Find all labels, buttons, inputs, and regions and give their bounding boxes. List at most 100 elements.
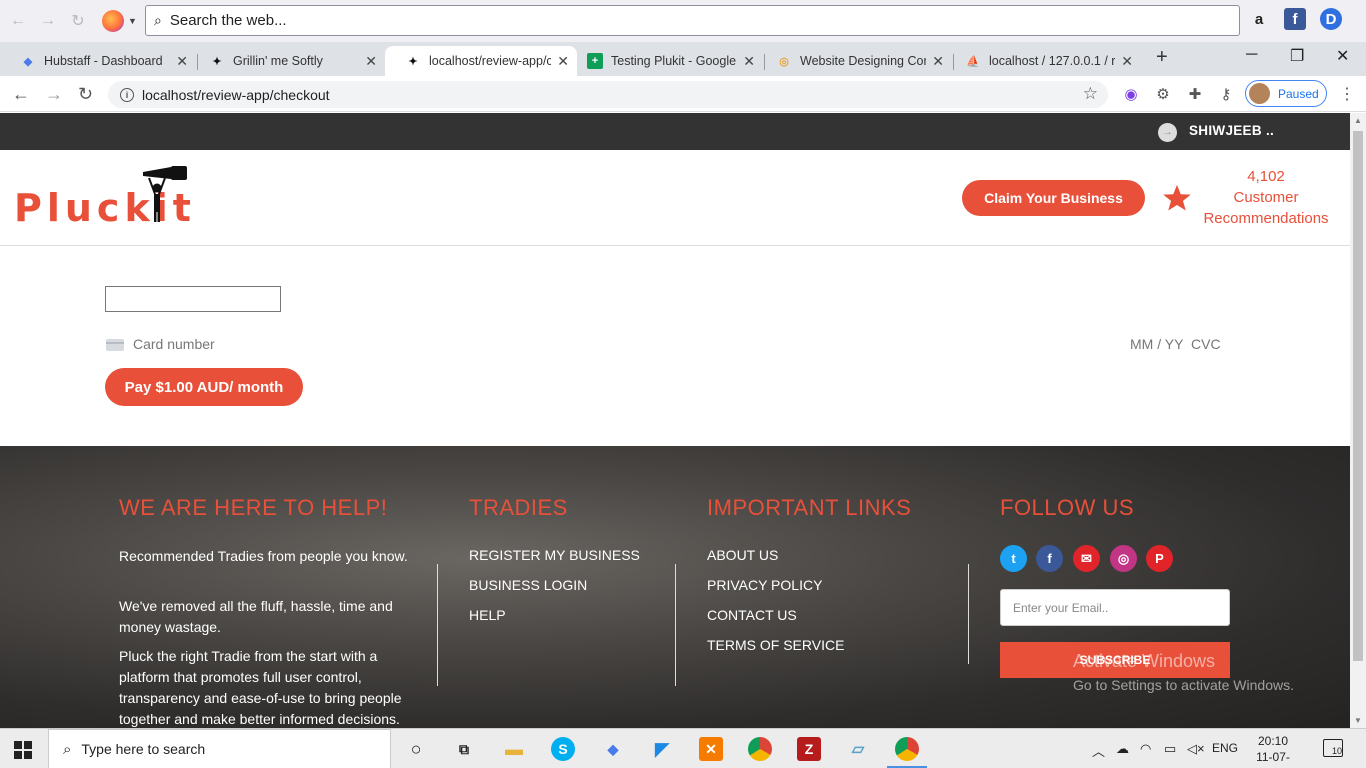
color-extension-icon[interactable]: ◉: [1121, 84, 1141, 104]
reload-icon[interactable]: ↻: [66, 9, 90, 33]
info-icon[interactable]: i: [120, 87, 134, 102]
help-link[interactable]: HELP: [469, 607, 506, 623]
file-explorer-icon[interactable]: ▬: [502, 737, 526, 761]
chevron-down-icon[interactable]: ▼: [128, 16, 137, 26]
profile-paused-button[interactable]: Paused: [1245, 80, 1327, 107]
minimize-icon[interactable]: ─: [1246, 46, 1257, 64]
tab-website-designing[interactable]: ◎ Website Designing Com ✕: [756, 46, 952, 76]
cortana-icon[interactable]: ○: [404, 737, 428, 761]
instagram-icon[interactable]: ◎: [1110, 545, 1137, 572]
profile-d-icon[interactable]: D: [1320, 8, 1342, 30]
web-search-input[interactable]: ⌕ Search the web...: [145, 5, 1240, 36]
footer-divider: [675, 564, 676, 686]
vscode-icon[interactable]: ◤: [650, 737, 674, 761]
filezilla-icon[interactable]: Z: [797, 737, 821, 761]
close-icon[interactable]: ✕: [176, 53, 188, 70]
new-tab-icon[interactable]: +: [1156, 46, 1168, 69]
scroll-up-icon[interactable]: ▲: [1354, 116, 1362, 125]
scroll-down-icon[interactable]: ▼: [1354, 716, 1362, 725]
gear-extension-icon[interactable]: ⚙: [1153, 84, 1173, 104]
twitter-icon[interactable]: t: [1000, 545, 1027, 572]
help-paragraph: Recommended Tradies from people you know…: [119, 548, 408, 564]
card-number-field[interactable]: Card number: [133, 336, 215, 352]
cvc-field[interactable]: CVC: [1191, 336, 1221, 352]
facebook-icon[interactable]: f: [1284, 8, 1306, 30]
windows-watermark-subtitle: Go to Settings to activate Windows.: [1073, 677, 1294, 693]
credit-card-icon: [106, 339, 124, 351]
cardholder-name-input[interactable]: [105, 286, 281, 312]
avatar: [1249, 83, 1270, 104]
user-name[interactable]: SHIWJEEB ..: [1189, 123, 1274, 138]
menu-dots-icon[interactable]: ⋮: [1339, 84, 1355, 104]
register-business-link[interactable]: REGISTER MY BUSINESS: [469, 547, 640, 563]
help-heading: WE ARE HERE TO HELP!: [119, 495, 388, 520]
back-arrow-icon[interactable]: ←: [12, 84, 30, 105]
maximize-icon[interactable]: ❐: [1290, 46, 1304, 66]
language-indicator[interactable]: ENG: [1212, 741, 1238, 755]
star-icon: [1163, 184, 1191, 211]
windows-taskbar: ⌕ Type here to search ○ ⧉ ▬ S ◆ ◤ ✕ Z ▱ …: [0, 728, 1366, 768]
plukit-icon: ✦: [408, 55, 418, 68]
amazon-icon[interactable]: a: [1248, 8, 1270, 30]
volume-icon[interactable]: ◁×: [1187, 741, 1205, 757]
sheets-icon: +: [587, 53, 603, 69]
facebook-icon[interactable]: f: [1036, 545, 1063, 572]
pinterest-icon[interactable]: P: [1146, 545, 1173, 572]
chevron-up-icon[interactable]: ︿: [1092, 741, 1105, 760]
mail-icon[interactable]: ✉: [1073, 545, 1100, 572]
notes-app-icon[interactable]: ▱: [846, 737, 870, 761]
contact-us-link[interactable]: CONTACT US: [707, 607, 797, 623]
close-icon[interactable]: ✕: [932, 53, 944, 70]
task-view-icon[interactable]: ⧉: [452, 737, 476, 761]
back-arrow-icon[interactable]: ←: [6, 9, 30, 33]
tab-phpmyadmin[interactable]: ⛵ localhost / 127.0.0.1 / ro ✕: [945, 46, 1141, 76]
close-icon[interactable]: ✕: [743, 53, 755, 70]
privacy-policy-link[interactable]: PRIVACY POLICY: [707, 577, 822, 593]
taskbar-search-input[interactable]: ⌕ Type here to search: [48, 729, 391, 768]
wifi-icon[interactable]: ◠: [1140, 741, 1151, 757]
recommendations-count[interactable]: 4,102 Customer Recommendations: [1190, 166, 1342, 229]
xampp-icon[interactable]: ✕: [699, 737, 723, 761]
onedrive-icon[interactable]: ☁: [1116, 741, 1129, 757]
tradies-heading: TRADIES: [469, 495, 568, 520]
terms-of-service-link[interactable]: TERMS OF SERVICE: [707, 637, 844, 653]
tab-hubstaff[interactable]: ◆ Hubstaff - Dashboard ✕: [0, 46, 196, 76]
site-footer: WE ARE HERE TO HELP! Recommended Tradies…: [0, 446, 1350, 728]
close-icon[interactable]: ✕: [365, 53, 377, 70]
window-close-icon[interactable]: ✕: [1336, 46, 1349, 66]
skype-icon[interactable]: S: [551, 737, 575, 761]
page-scrollbar[interactable]: ▲ ▼: [1350, 113, 1366, 728]
scroll-thumb[interactable]: [1353, 131, 1363, 661]
important-links-heading: IMPORTANT LINKS: [707, 495, 912, 520]
notification-center-icon[interactable]: 10: [1323, 739, 1343, 757]
reload-icon[interactable]: ↻: [78, 84, 93, 105]
close-icon[interactable]: ✕: [1121, 53, 1133, 70]
chrome-icon[interactable]: [748, 737, 772, 761]
url-input[interactable]: i localhost/review-app/checkout ☆: [108, 81, 1108, 108]
chrome-active-icon[interactable]: [895, 737, 919, 761]
user-avatar-icon[interactable]: →: [1158, 123, 1177, 142]
tab-grillin[interactable]: ✦ Grillin' me Softly ✕: [189, 46, 385, 76]
expiry-field[interactable]: MM / YY: [1130, 336, 1183, 352]
puzzle-icon[interactable]: ✚: [1185, 84, 1205, 104]
forward-arrow-icon[interactable]: →: [36, 9, 60, 33]
forward-arrow-icon[interactable]: →: [45, 84, 63, 105]
windows-start-icon[interactable]: [14, 741, 32, 759]
business-login-link[interactable]: BUSINESS LOGIN: [469, 577, 587, 593]
claim-business-button[interactable]: Claim Your Business: [962, 180, 1145, 216]
key-icon[interactable]: ⚷: [1216, 84, 1236, 104]
url-text: localhost/review-app/checkout: [142, 86, 330, 103]
firefox-logo-icon[interactable]: [102, 10, 124, 32]
taskbar-clock[interactable]: 20:10 11-07-2020: [1244, 733, 1302, 768]
tab-checkout[interactable]: ✦ localhost/review-app/c ✕: [385, 46, 577, 76]
email-subscribe-input[interactable]: [1000, 589, 1230, 626]
hubstaff-app-icon[interactable]: ◆: [601, 737, 625, 761]
pay-button[interactable]: Pay $1.00 AUD/ month: [105, 368, 303, 406]
help-paragraph: Pluck the right Tradie from the start wi…: [119, 648, 402, 727]
battery-icon[interactable]: ▭: [1164, 741, 1176, 757]
website-icon: ◎: [779, 55, 789, 68]
bookmark-star-icon[interactable]: ☆: [1083, 84, 1098, 104]
tab-google-sheets[interactable]: + Testing Plukit - Google ✕: [567, 46, 763, 76]
about-us-link[interactable]: ABOUT US: [707, 547, 778, 563]
page-viewport: → SHIWJEEB .. Pluckit Claim Your Busines…: [0, 113, 1350, 728]
